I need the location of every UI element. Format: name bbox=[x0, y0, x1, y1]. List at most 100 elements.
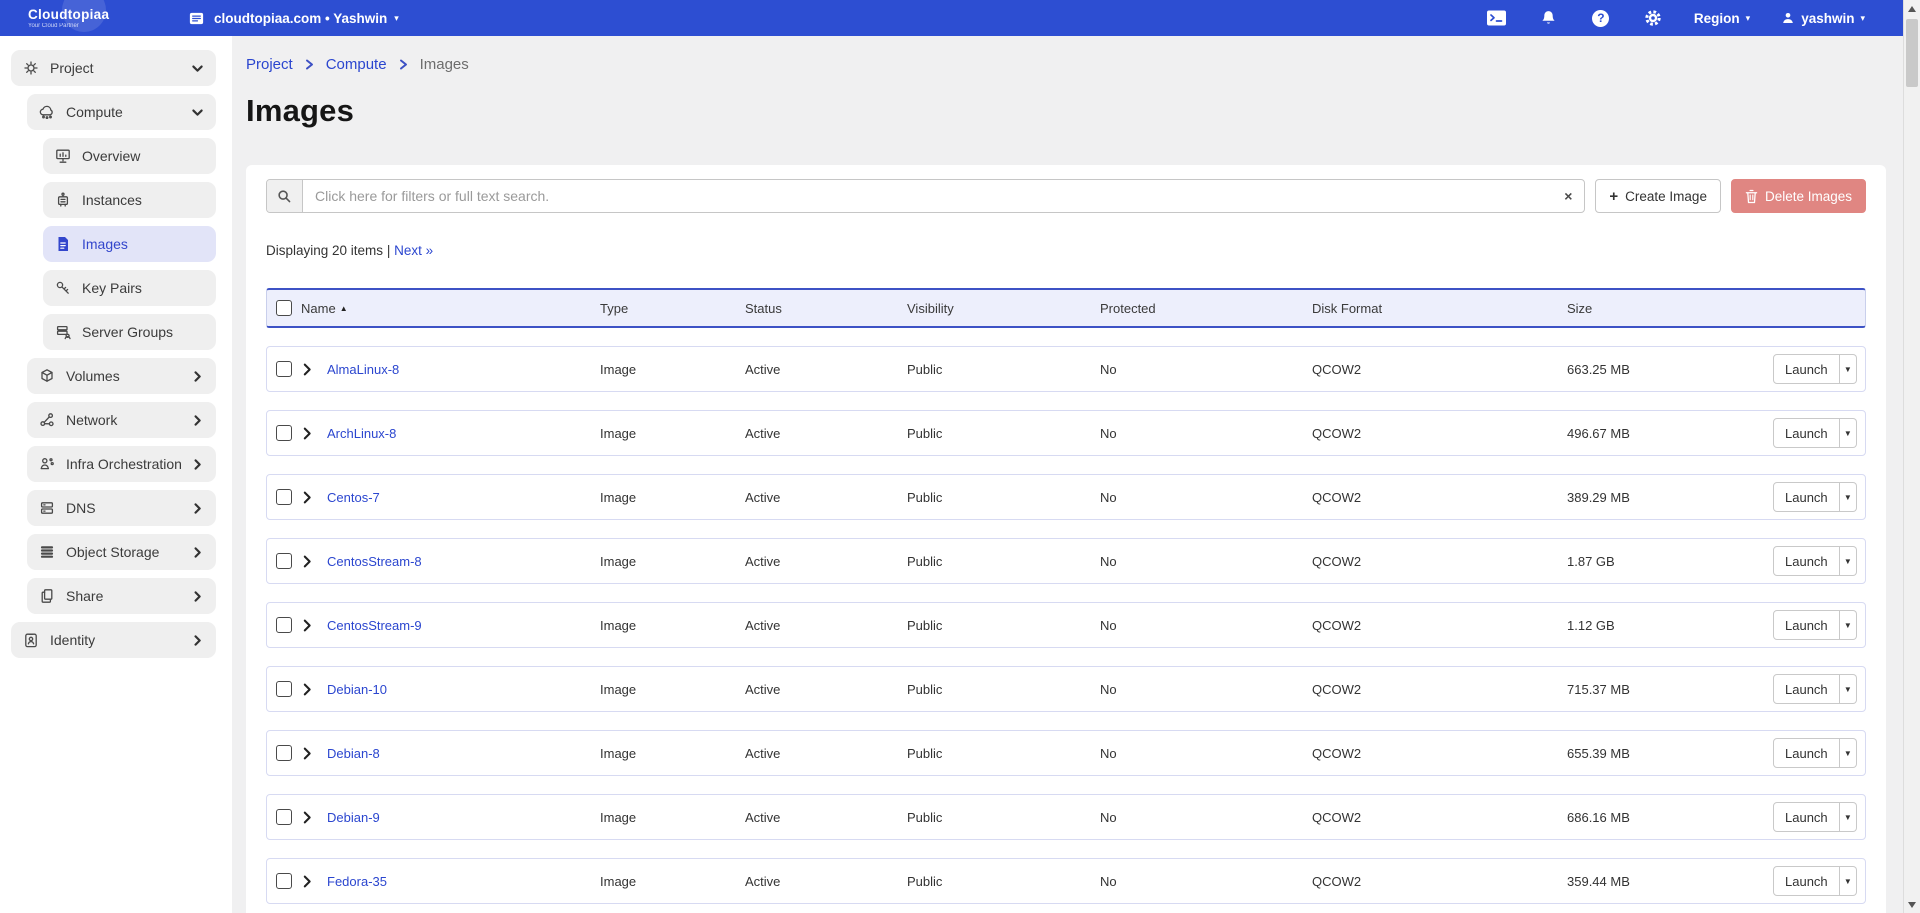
brand-logo[interactable]: Cloudtopiaa Your Cloud Partner bbox=[28, 0, 183, 36]
row-checkbox[interactable] bbox=[276, 553, 292, 569]
row-expand-chevron-icon[interactable] bbox=[301, 555, 327, 568]
cell-protected: No bbox=[1100, 554, 1312, 569]
sidebar-item-dns[interactable]: DNS bbox=[27, 490, 216, 526]
row-expand-chevron-icon[interactable] bbox=[301, 363, 327, 376]
scroll-up-arrow-icon[interactable] bbox=[1908, 6, 1916, 12]
sidebar-item-infra-orchestration[interactable]: Infra Orchestration bbox=[27, 446, 216, 482]
table-row: CentosStream-8 Image Active Public No QC… bbox=[266, 538, 1866, 584]
row-expand-chevron-icon[interactable] bbox=[301, 491, 327, 504]
search-icon[interactable] bbox=[267, 180, 303, 212]
row-checkbox[interactable] bbox=[276, 617, 292, 633]
row-checkbox[interactable] bbox=[276, 745, 292, 761]
cell-visibility: Public bbox=[907, 362, 1100, 377]
sidebar-item-project[interactable]: Project bbox=[11, 50, 216, 86]
sidebar-item-compute[interactable]: Compute bbox=[27, 94, 216, 130]
row-checkbox[interactable] bbox=[276, 425, 292, 441]
scrollbar-thumb[interactable] bbox=[1906, 19, 1918, 87]
sort-asc-icon: ▲ bbox=[340, 304, 348, 313]
row-expand-chevron-icon[interactable] bbox=[301, 747, 327, 760]
column-header-status[interactable]: Status bbox=[745, 301, 907, 316]
row-checkbox[interactable] bbox=[276, 681, 292, 697]
launch-button[interactable]: Launch bbox=[1773, 354, 1840, 384]
column-header-name[interactable]: Name▲ bbox=[301, 301, 600, 316]
image-name-link[interactable]: Debian-10 bbox=[327, 682, 600, 697]
column-header-size[interactable]: Size bbox=[1567, 301, 1773, 316]
launch-dropdown-toggle[interactable]: ▼ bbox=[1840, 354, 1857, 384]
launch-button[interactable]: Launch bbox=[1773, 482, 1840, 512]
image-name-link[interactable]: ArchLinux-8 bbox=[327, 426, 600, 441]
next-page-link[interactable]: Next » bbox=[394, 243, 433, 258]
image-name-link[interactable]: CentosStream-9 bbox=[327, 618, 600, 633]
user-menu[interactable]: yashwin ▾ bbox=[1780, 11, 1865, 26]
sidebar-item-identity[interactable]: Identity bbox=[11, 622, 216, 658]
launch-button[interactable]: Launch bbox=[1773, 610, 1840, 640]
sidebar-item-network[interactable]: Network bbox=[27, 402, 216, 438]
row-expand-chevron-icon[interactable] bbox=[301, 619, 327, 632]
vertical-scrollbar[interactable] bbox=[1903, 0, 1920, 913]
region-selector[interactable]: Region ▾ bbox=[1694, 11, 1750, 26]
create-image-button[interactable]: + Create Image bbox=[1595, 179, 1721, 213]
launch-button[interactable]: Launch bbox=[1773, 738, 1840, 768]
launch-button[interactable]: Launch bbox=[1773, 674, 1840, 704]
sidebar-item-overview[interactable]: Overview bbox=[43, 138, 216, 174]
cell-size: 1.87 GB bbox=[1567, 554, 1773, 569]
launch-dropdown-toggle[interactable]: ▼ bbox=[1840, 866, 1857, 896]
row-checkbox[interactable] bbox=[276, 361, 292, 377]
sidebar-item-images[interactable]: Images bbox=[43, 226, 216, 262]
select-all-checkbox[interactable] bbox=[276, 300, 292, 316]
column-header-protected[interactable]: Protected bbox=[1100, 301, 1312, 316]
chevron-down-icon: ▾ bbox=[1746, 14, 1751, 23]
row-checkbox[interactable] bbox=[276, 809, 292, 825]
row-expand-chevron-icon[interactable] bbox=[301, 427, 327, 440]
column-header-type[interactable]: Type bbox=[600, 301, 745, 316]
settings-gear-icon[interactable] bbox=[1642, 7, 1664, 29]
help-icon[interactable]: ? bbox=[1590, 7, 1612, 29]
launch-dropdown-toggle[interactable]: ▼ bbox=[1840, 610, 1857, 640]
sidebar-item-instances[interactable]: Instances bbox=[43, 182, 216, 218]
scroll-down-arrow-icon[interactable] bbox=[1908, 902, 1916, 908]
image-name-link[interactable]: CentosStream-8 bbox=[327, 554, 600, 569]
cell-disk-format: QCOW2 bbox=[1312, 490, 1567, 505]
launch-dropdown-toggle[interactable]: ▼ bbox=[1840, 546, 1857, 576]
chevron-down-icon bbox=[191, 62, 204, 75]
sidebar-item-share[interactable]: Share bbox=[27, 578, 216, 614]
cell-size: 496.67 MB bbox=[1567, 426, 1773, 441]
launch-dropdown-toggle[interactable]: ▼ bbox=[1840, 802, 1857, 832]
breadcrumb-compute[interactable]: Compute bbox=[326, 56, 387, 73]
launch-dropdown-toggle[interactable]: ▼ bbox=[1840, 482, 1857, 512]
row-checkbox[interactable] bbox=[276, 489, 292, 505]
row-expand-chevron-icon[interactable] bbox=[301, 811, 327, 824]
launch-dropdown-toggle[interactable]: ▼ bbox=[1840, 674, 1857, 704]
cell-protected: No bbox=[1100, 746, 1312, 761]
bell-icon[interactable] bbox=[1538, 7, 1560, 29]
search-clear-icon[interactable]: × bbox=[1552, 188, 1584, 204]
launch-dropdown-toggle[interactable]: ▼ bbox=[1840, 738, 1857, 768]
search-input[interactable] bbox=[303, 180, 1552, 212]
sidebar-item-volumes[interactable]: Volumes bbox=[27, 358, 216, 394]
launch-button[interactable]: Launch bbox=[1773, 802, 1840, 832]
launch-button[interactable]: Launch bbox=[1773, 546, 1840, 576]
launch-dropdown-toggle[interactable]: ▼ bbox=[1840, 418, 1857, 448]
cell-status: Active bbox=[745, 362, 907, 377]
row-expand-chevron-icon[interactable] bbox=[301, 875, 327, 888]
image-name-link[interactable]: Fedora-35 bbox=[327, 874, 600, 889]
column-header-visibility[interactable]: Visibility bbox=[907, 301, 1100, 316]
image-name-link[interactable]: Centos-7 bbox=[327, 490, 600, 505]
sidebar-item-server-groups[interactable]: Server Groups bbox=[43, 314, 216, 350]
chevron-down-icon bbox=[191, 106, 204, 119]
sidebar-item-object-storage[interactable]: Object Storage bbox=[27, 534, 216, 570]
breadcrumb-project[interactable]: Project bbox=[246, 56, 293, 73]
launch-button[interactable]: Launch bbox=[1773, 866, 1840, 896]
row-expand-chevron-icon[interactable] bbox=[301, 683, 327, 696]
sidebar-item-key-pairs[interactable]: Key Pairs bbox=[43, 270, 216, 306]
image-name-link[interactable]: Debian-9 bbox=[327, 810, 600, 825]
column-header-disk-format[interactable]: Disk Format bbox=[1312, 301, 1567, 316]
image-name-link[interactable]: AlmaLinux-8 bbox=[327, 362, 600, 377]
project-context-switcher[interactable]: cloudtopiaa.com • Yashwin ▾ bbox=[185, 7, 399, 29]
image-name-link[interactable]: Debian-8 bbox=[327, 746, 600, 761]
launch-button[interactable]: Launch bbox=[1773, 418, 1840, 448]
terminal-icon[interactable] bbox=[1486, 7, 1508, 29]
images-icon bbox=[54, 235, 72, 253]
delete-images-button[interactable]: Delete Images bbox=[1731, 179, 1866, 213]
row-checkbox[interactable] bbox=[276, 873, 292, 889]
